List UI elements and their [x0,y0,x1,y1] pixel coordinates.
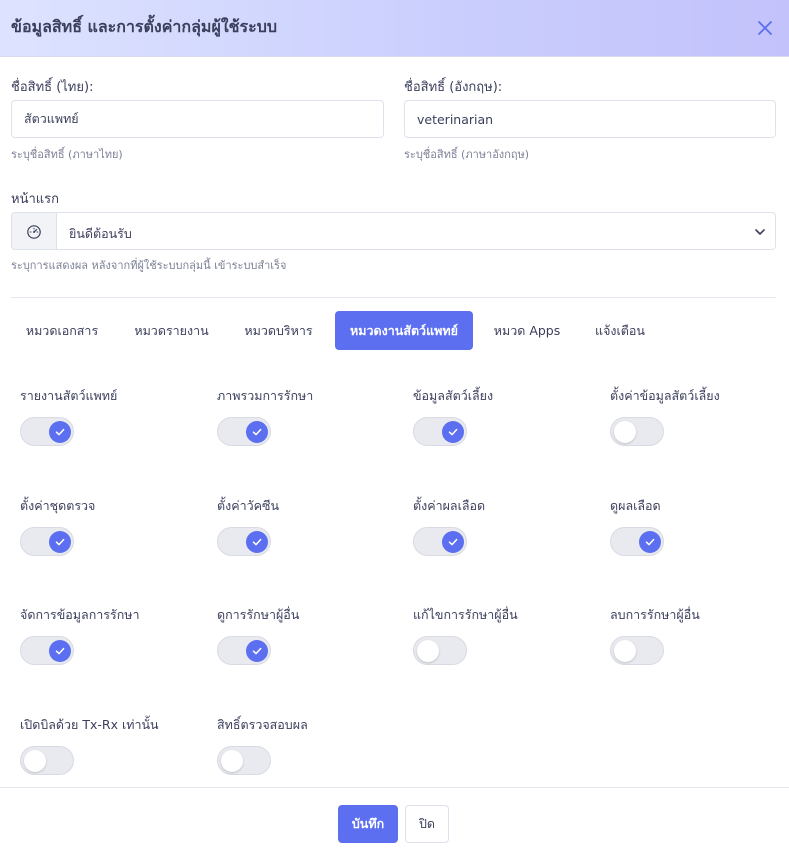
tab-veterinary[interactable]: หมวดงานสัตว์แพทย์ [335,311,473,350]
dialog-title: ข้อมูลสิทธิ์ และการตั้งค่ากลุ่มผู้ใช้ระบ… [11,17,277,36]
permission-label: ดูผลเลือด [610,498,661,513]
permission-label: รายงานสัตว์แพทย์ [20,388,118,403]
check-icon [246,639,268,662]
name-th-input[interactable] [11,100,384,138]
toggle-knob [614,420,636,443]
homepage-help: ระบุการแสดงผล หลังจากที่ผู้ใช้ระบบกลุ่มน… [11,259,287,272]
homepage-addon [11,212,57,250]
permission-toggle[interactable] [610,636,664,665]
permission-label: เปิดบิลด้วย Tx-Rx เท่านั้น [20,717,159,732]
dialog-header: ข้อมูลสิทธิ์ และการตั้งค่ากลุ่มผู้ใช้ระบ… [0,0,789,57]
check-icon [246,530,268,553]
name-en-input[interactable] [404,100,776,138]
permission-label: ดูการรักษาผู้อื่น [217,607,300,622]
permission-label: จัดการข้อมูลการรักษา [20,607,140,622]
permission-toggle[interactable] [20,746,74,775]
homepage-selected-value: ยินดีต้อนรับ [69,226,132,241]
check-icon [246,420,268,443]
check-icon [442,420,464,443]
permission-label: ตั้งค่าวัคซีน [217,498,280,513]
check-icon [49,639,71,662]
permission-label: ตั้งค่าชุดตรวจ [20,498,96,513]
permission-toggle[interactable] [217,417,271,446]
check-icon [639,530,661,553]
close-button[interactable]: ปิด [405,805,449,843]
permission-toggle[interactable] [20,527,74,556]
permission-toggle[interactable] [20,417,74,446]
check-icon [49,420,71,443]
permission-toggle[interactable] [217,527,271,556]
check-icon [49,530,71,553]
permission-label: ตั้งค่าข้อมูลสัตว์เลี้ยง [610,388,720,403]
permission-label: ตั้งค่าผลเลือด [413,498,486,513]
name-en-label: ชื่อสิทธิ์ (อังกฤษ): [404,80,503,95]
toggle-knob [221,749,243,772]
toggle-knob [614,639,636,662]
section-divider [11,297,776,298]
tab-management[interactable]: หมวดบริหาร [230,311,327,350]
close-icon[interactable] [752,15,778,41]
permission-label: แก้ไขการรักษาผู้อื่น [413,607,518,622]
toggle-knob [24,749,46,772]
name-th-help: ระบุชื่อสิทธิ์ (ภาษาไทย) [11,148,123,161]
homepage-select[interactable]: ยินดีต้อนรับ [56,212,776,250]
homepage-select-group: ยินดีต้อนรับ [11,212,776,250]
tab-apps[interactable]: หมวด Apps [481,311,573,350]
tab-reports[interactable]: หมวดรายงาน [121,311,222,350]
toggle-knob [417,639,439,662]
permission-toggle[interactable] [20,636,74,665]
permission-toggle[interactable] [217,636,271,665]
permission-label: ภาพรวมการรักษา [217,388,314,403]
permission-toggle[interactable] [217,746,271,775]
chevron-down-icon [755,229,765,235]
name-en-help: ระบุชื่อสิทธิ์ (ภาษาอังกฤษ) [404,148,530,161]
save-button[interactable]: บันทึก [338,805,398,843]
check-icon [442,530,464,553]
permission-toggle[interactable] [413,527,467,556]
homepage-label: หน้าแรก [11,192,59,207]
permission-label: ข้อมูลสัตว์เลี้ยง [413,388,494,403]
permission-toggle[interactable] [610,417,664,446]
tab-documents[interactable]: หมวดเอกสาร [11,311,113,350]
permission-label: สิทธิ์ตรวจสอบผล [217,717,308,732]
permission-toggle[interactable] [413,636,467,665]
permission-label: ลบการรักษาผู้อื่น [610,607,700,622]
permission-toggle[interactable] [610,527,664,556]
name-th-label: ชื่อสิทธิ์ (ไทย): [11,80,94,95]
tab-notifications[interactable]: แจ้งเตือน [581,311,659,350]
permission-toggle[interactable] [413,417,467,446]
gauge-icon [27,225,41,239]
